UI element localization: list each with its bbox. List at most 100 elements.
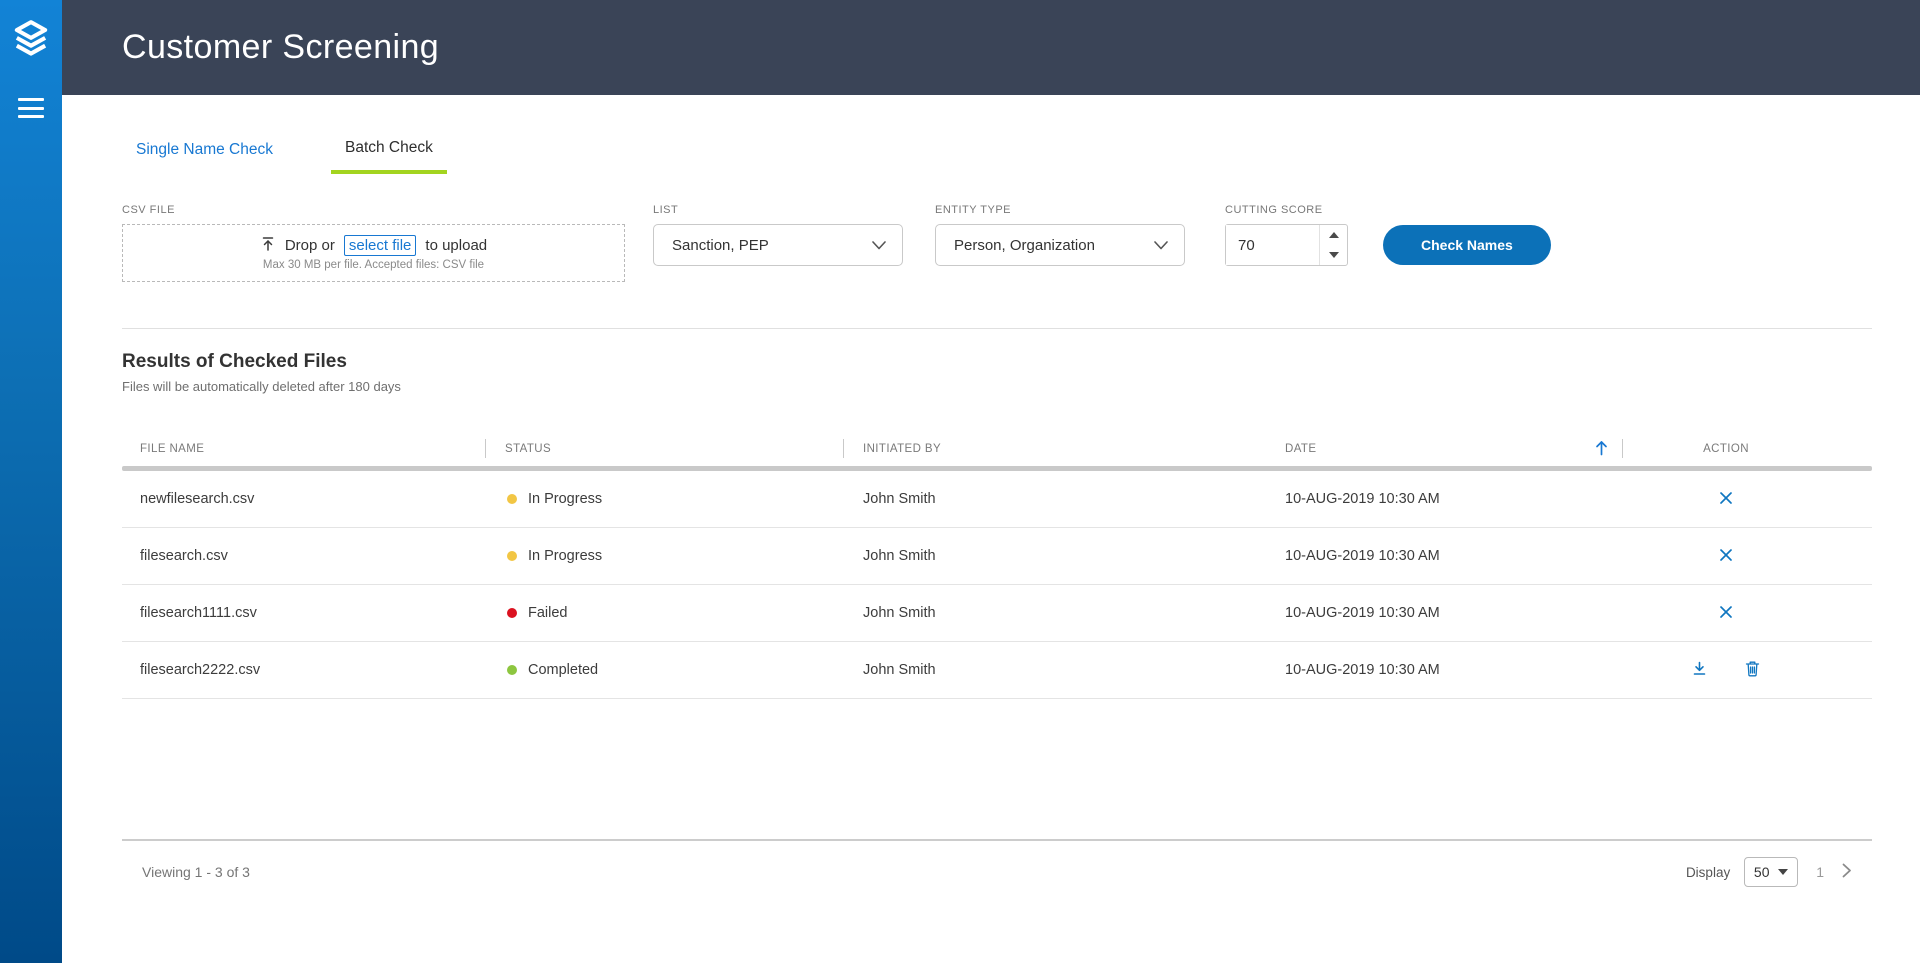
- status-cell: In Progress: [485, 491, 843, 507]
- date-cell: 10-AUG-2019 10:30 AM: [1285, 491, 1440, 507]
- cutting-score-input[interactable]: [1226, 225, 1319, 265]
- sort-ascending-icon: [1595, 440, 1608, 459]
- table-row: filesearch.csv In Progress John Smith 10…: [122, 528, 1872, 585]
- table-header-row: FILE NAME STATUS INITIATED BY DATE ACTIO…: [122, 434, 1872, 464]
- status-dot: [507, 551, 517, 561]
- spinner-up-button[interactable]: [1320, 225, 1347, 245]
- footer-divider: [122, 839, 1872, 841]
- entity-type-select[interactable]: Person, Organization: [935, 224, 1185, 266]
- cancel-button[interactable]: [1717, 546, 1735, 567]
- list-select[interactable]: Sanction, PEP: [653, 224, 903, 266]
- caret-down-icon: [1778, 869, 1789, 875]
- status-label: Completed: [528, 662, 599, 678]
- cancel-icon: [1719, 548, 1733, 565]
- initiated-by-cell: John Smith: [863, 548, 936, 564]
- drop-text-suffix: to upload: [425, 237, 488, 254]
- page-title: Customer Screening: [122, 28, 440, 66]
- initiated-by-cell: John Smith: [863, 605, 936, 621]
- spinner-down-button[interactable]: [1320, 245, 1347, 265]
- status-dot: [507, 494, 517, 504]
- file-name-cell: filesearch.csv: [140, 548, 228, 564]
- csv-file-field: CSV FILE Drop or select file to upload M…: [122, 204, 625, 282]
- entity-type-selected-value: Person, Organization: [954, 236, 1095, 254]
- tab-single-name-check[interactable]: Single Name Check: [122, 139, 287, 174]
- list-label: LIST: [653, 204, 679, 216]
- action-cell: [1622, 659, 1870, 682]
- date-cell: 10-AUG-2019 10:30 AM: [1285, 548, 1440, 564]
- download-icon: [1692, 661, 1707, 679]
- results-table: FILE NAME STATUS INITIATED BY DATE ACTIO…: [122, 434, 1872, 699]
- trash-icon: [1745, 661, 1760, 680]
- status-cell: In Progress: [485, 548, 843, 564]
- table-row: filesearch2222.csv Completed John Smith …: [122, 642, 1872, 699]
- cancel-icon: [1719, 491, 1733, 508]
- menu-icon: [18, 98, 44, 101]
- file-dropzone[interactable]: Drop or select file to upload Max 30 MB …: [122, 224, 625, 282]
- column-header-status: STATUS: [485, 434, 843, 464]
- menu-icon-bar: [18, 115, 44, 118]
- action-cell: [1622, 489, 1870, 510]
- chevron-right-icon: [1842, 863, 1852, 881]
- check-names-button[interactable]: Check Names: [1383, 225, 1551, 265]
- list-field: LIST Sanction, PEP: [653, 204, 903, 266]
- tab-batch-check[interactable]: Batch Check: [330, 139, 447, 174]
- upload-icon: [260, 236, 276, 256]
- table-row: filesearch1111.csv Failed John Smith 10-…: [122, 585, 1872, 642]
- next-page-button[interactable]: [1842, 863, 1852, 881]
- menu-button[interactable]: [18, 98, 44, 118]
- file-name-cell: filesearch1111.csv: [140, 605, 257, 621]
- spinner-up-icon: [1328, 232, 1339, 238]
- action-cell: [1622, 603, 1870, 624]
- initiated-by-cell: John Smith: [863, 662, 936, 678]
- select-file-link[interactable]: select file: [343, 235, 417, 256]
- cancel-button[interactable]: [1717, 603, 1735, 624]
- results-subtitle: Files will be automatically deleted afte…: [122, 379, 401, 394]
- action-cell: [1622, 546, 1870, 567]
- list-selected-value: Sanction, PEP: [672, 236, 769, 254]
- status-cell: Failed: [485, 605, 843, 621]
- spinner-down-icon: [1328, 252, 1339, 258]
- menu-icon-bar: [18, 106, 44, 110]
- column-header-date[interactable]: DATE: [1265, 434, 1622, 464]
- score-spinner: [1319, 225, 1347, 265]
- date-cell: 10-AUG-2019 10:30 AM: [1285, 662, 1440, 678]
- app-logo: [11, 19, 51, 68]
- entity-type-label: ENTITY TYPE: [935, 204, 1012, 216]
- tab-bar: Single Name Check Batch Check: [122, 139, 1872, 174]
- dropzone-hint: Max 30 MB per file. Accepted files: CSV …: [262, 259, 485, 271]
- download-button[interactable]: [1690, 659, 1709, 682]
- table-row: newfilesearch.csv In Progress John Smith…: [122, 471, 1872, 528]
- layers-logo-icon: [12, 19, 50, 68]
- csv-file-label: CSV FILE: [122, 204, 175, 216]
- column-header-initiated-by: INITIATED BY: [843, 434, 1265, 464]
- initiated-by-cell: John Smith: [863, 491, 936, 507]
- display-label: Display: [1685, 864, 1731, 880]
- display-count-value: 50: [1753, 864, 1770, 880]
- cancel-button[interactable]: [1717, 489, 1735, 510]
- pagination-controls: Display 50 1: [1686, 857, 1852, 887]
- status-label: In Progress: [528, 548, 603, 564]
- customer-screening-page: Customer Screening Single Name Check Bat…: [0, 0, 1920, 963]
- batch-check-form: CSV FILE Drop or select file to upload M…: [122, 204, 1872, 282]
- app-header: Customer Screening: [62, 0, 1920, 95]
- display-count-select[interactable]: 50: [1744, 857, 1799, 887]
- file-name-cell: newfilesearch.csv: [140, 491, 255, 507]
- status-dot: [507, 608, 517, 618]
- date-cell: 10-AUG-2019 10:30 AM: [1285, 605, 1440, 621]
- page-number-button[interactable]: 1: [1812, 864, 1828, 880]
- viewing-summary: Viewing 1 - 3 of 3: [142, 864, 250, 880]
- results-title: Results of Checked Files: [122, 351, 347, 372]
- sidebar: [0, 0, 62, 963]
- column-header-file-name: FILE NAME: [140, 443, 205, 455]
- status-label: Failed: [528, 605, 568, 621]
- column-header-action: ACTION: [1622, 434, 1870, 464]
- chevron-down-icon: [1154, 237, 1168, 254]
- date-header-label: DATE: [1285, 443, 1317, 455]
- delete-button[interactable]: [1743, 659, 1762, 682]
- chevron-down-icon: [872, 237, 886, 254]
- cancel-icon: [1719, 605, 1733, 622]
- section-divider: [122, 328, 1872, 329]
- drop-text-prefix: Drop or: [284, 237, 335, 254]
- table-footer: Viewing 1 - 3 of 3 Display 50 1: [122, 857, 1872, 887]
- file-name-cell: filesearch2222.csv: [140, 662, 261, 678]
